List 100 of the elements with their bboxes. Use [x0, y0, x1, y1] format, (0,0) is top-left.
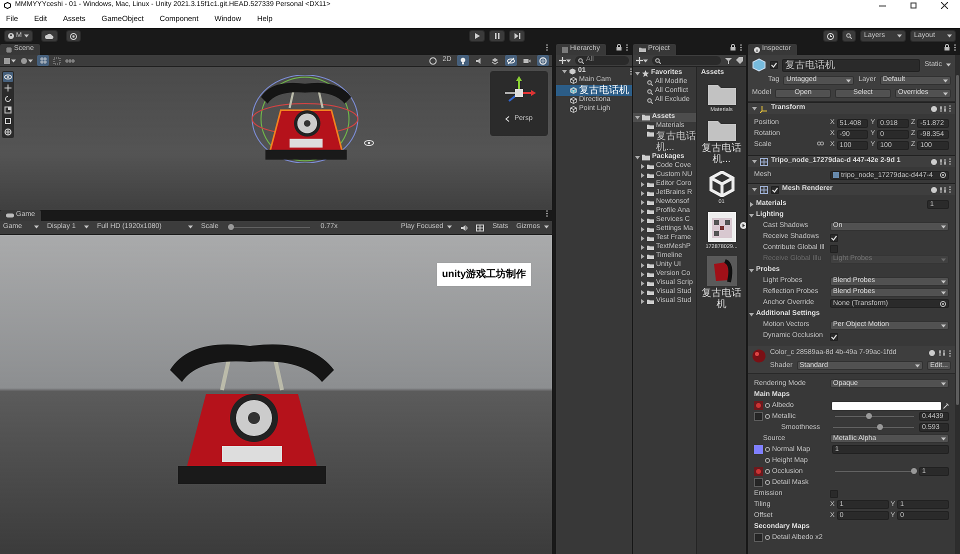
caret-icon — [34, 225, 39, 230]
search-icon — [578, 58, 584, 64]
active-checkbox[interactable] — [770, 61, 778, 69]
checkbox[interactable] — [830, 234, 838, 242]
view-tool-button[interactable] — [3, 72, 13, 82]
pause-icon — [492, 32, 501, 40]
globe-toggle[interactable] — [537, 55, 549, 66]
color-swatch[interactable] — [832, 402, 941, 410]
filter-icon[interactable] — [725, 57, 732, 64]
eyedropper-icon[interactable] — [943, 402, 949, 409]
render-dropdown[interactable] — [20, 56, 33, 64]
star-icon — [642, 70, 649, 77]
layers-toggle[interactable] — [489, 55, 501, 66]
prefab-cube-icon — [752, 58, 766, 72]
scale-tool-button[interactable] — [3, 105, 13, 115]
sliders-icon[interactable] — [939, 350, 945, 356]
lock-icon — [944, 44, 950, 51]
search-icon — [846, 33, 852, 39]
cube-icon — [570, 87, 577, 94]
expanded-arrow-icon — [635, 71, 640, 76]
slider-thumb[interactable] — [866, 413, 872, 420]
info-icon — [754, 46, 760, 52]
ruler-icon[interactable] — [65, 56, 75, 64]
sliders-icon[interactable] — [940, 186, 946, 192]
mesh-grid-icon — [760, 158, 768, 166]
cloud-button[interactable] — [40, 30, 58, 42]
slider-thumb[interactable] — [911, 468, 917, 474]
history-button[interactable] — [823, 30, 838, 42]
asset-label[interactable]: 复古电话机 — [698, 288, 746, 310]
texture-thumbnail[interactable] — [754, 401, 763, 410]
caret-icon — [941, 290, 946, 294]
step-button[interactable] — [508, 30, 525, 42]
normal-map-thumbnail[interactable] — [754, 445, 763, 454]
scale-icon — [4, 106, 12, 114]
help-icon[interactable] — [929, 350, 935, 356]
app-logo-icon — [4, 2, 11, 9]
target-icon[interactable] — [940, 172, 946, 178]
light-gizmo-icon[interactable] — [364, 140, 374, 146]
cube-icon — [570, 97, 577, 104]
sphere-icon[interactable] — [429, 56, 437, 64]
light-bulb-toggle[interactable] — [457, 55, 469, 66]
lock-icon — [616, 44, 622, 51]
snap-icon[interactable] — [53, 56, 61, 64]
add-button[interactable] — [559, 57, 571, 64]
search-field[interactable] — [652, 56, 721, 65]
rotate-icon — [4, 95, 12, 103]
caret-icon — [544, 225, 549, 230]
speaker-icon[interactable] — [460, 224, 468, 232]
help-icon[interactable] — [931, 186, 937, 192]
asset-label[interactable]: 复古电话机... — [698, 143, 746, 166]
eye-slash-toggle[interactable] — [505, 55, 517, 66]
caret-icon — [566, 58, 571, 62]
grid-icon — [6, 46, 12, 52]
picker-icon[interactable] — [765, 535, 770, 540]
rect-icon — [4, 117, 12, 125]
caret-icon — [84, 225, 89, 230]
play-icon — [472, 32, 481, 40]
slider-thumb[interactable] — [228, 224, 234, 230]
maximize-icon[interactable] — [910, 2, 917, 9]
close-icon[interactable] — [941, 2, 948, 9]
tag-icon[interactable] — [736, 57, 743, 64]
move-tool-button[interactable] — [3, 83, 13, 93]
transform-tool-button[interactable] — [3, 127, 13, 137]
search-button[interactable] — [842, 30, 856, 42]
expanded-arrow-icon — [752, 187, 757, 192]
grid-icon[interactable] — [476, 224, 484, 232]
search-icon — [647, 88, 653, 94]
collab-button[interactable] — [66, 30, 81, 42]
texture-thumbnail[interactable] — [754, 467, 763, 476]
add-button[interactable] — [636, 57, 648, 64]
target-icon[interactable] — [940, 300, 946, 306]
play-button[interactable] — [468, 30, 485, 42]
link-icon[interactable] — [817, 141, 824, 146]
tree-item[interactable]: 复古电话机... — [633, 131, 696, 153]
sliders-icon[interactable] — [940, 106, 946, 112]
caret-icon — [897, 34, 902, 38]
help-icon[interactable] — [931, 106, 937, 112]
help-icon[interactable] — [931, 158, 937, 164]
expand-arrow-icon[interactable] — [740, 222, 746, 229]
rect-tool-button[interactable] — [3, 116, 13, 126]
mesh-grid-icon — [760, 186, 768, 194]
scrollbar[interactable] — [955, 55, 960, 554]
checkmark-icon — [772, 186, 778, 192]
search-icon — [655, 58, 661, 64]
caret-icon — [188, 225, 193, 230]
grid-toggle[interactable] — [37, 55, 49, 66]
rotate-tool-button[interactable] — [3, 94, 13, 104]
checkmark-icon — [771, 62, 777, 68]
checkbox[interactable] — [830, 332, 838, 340]
shading-dropdown[interactable] — [3, 56, 16, 64]
enabled-checkbox[interactable] — [771, 186, 779, 194]
hierarchy-item[interactable]: 复古电话机 — [556, 85, 632, 96]
name-field[interactable]: 复古电话机 — [782, 58, 920, 72]
plus-icon — [559, 57, 566, 64]
plus-icon — [636, 57, 643, 64]
caret-icon — [941, 224, 946, 228]
unity-cube-icon — [708, 171, 734, 198]
pause-button[interactable] — [488, 30, 505, 42]
slider-thumb[interactable] — [876, 424, 883, 430]
sliders-icon[interactable] — [940, 158, 946, 164]
